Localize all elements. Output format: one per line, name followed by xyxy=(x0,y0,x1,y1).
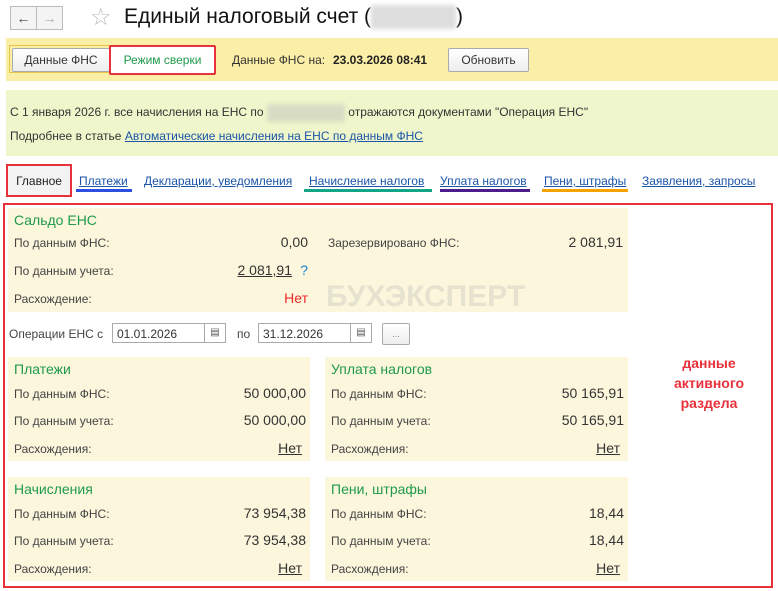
fns-value: 50 165,91 xyxy=(561,385,624,401)
tab-tax-payments[interactable]: Уплата налогов xyxy=(440,174,527,188)
label: По данным учета: xyxy=(14,264,114,278)
label: По данным учета: xyxy=(331,414,431,428)
info-line-2: Подробнее в статье Автоматические начисл… xyxy=(10,129,423,143)
label: Расхождения: xyxy=(331,562,409,576)
saldo-panel: Сальдо ЕНС По данным ФНС: 0,00 Зарезерви… xyxy=(8,208,628,313)
acc-value: 73 954,38 xyxy=(243,532,306,548)
saldo-diff-value: Нет xyxy=(284,290,308,306)
diff-link[interactable]: Нет xyxy=(596,440,620,456)
label: по xyxy=(237,327,251,341)
fns-value: 73 954,38 xyxy=(243,505,306,521)
fns-data-button[interactable]: Данные ФНС xyxy=(12,48,110,72)
label: Расхождения: xyxy=(331,442,409,456)
penalties-panel: Пени, штрафы По данным ФНС: 18,44 По дан… xyxy=(325,477,628,581)
diff-link[interactable]: Нет xyxy=(278,440,302,456)
period-label: Операции ЕНС с xyxy=(9,327,104,341)
star-icon[interactable]: ☆ xyxy=(90,3,112,32)
acc-value: 50 165,91 xyxy=(561,412,624,428)
label: По данным ФНС: xyxy=(14,387,110,401)
diff-link[interactable]: Нет xyxy=(596,560,620,576)
fns-value: 18,44 xyxy=(588,505,624,521)
panel-title: Уплата налогов xyxy=(331,361,433,377)
arrow-right-icon: → xyxy=(42,10,57,26)
back-button[interactable]: ← xyxy=(10,6,37,30)
tab-requests[interactable]: Заявления, запросы xyxy=(642,174,755,188)
label: По данным ФНС: xyxy=(331,387,427,401)
saldo-acc-link[interactable]: 2 081,91 xyxy=(238,262,293,278)
label: Зарезервировано ФНС: xyxy=(328,236,460,250)
panel-title: Пени, штрафы xyxy=(331,481,427,497)
label: По данным учета: xyxy=(14,414,114,428)
panel-title: Начисления xyxy=(14,481,93,497)
tab-tax-accruals[interactable]: Начисление налогов xyxy=(309,174,424,188)
tab-main[interactable]: Главное xyxy=(6,164,72,197)
reserved-value: 2 081,91 xyxy=(568,234,624,250)
date-to-field[interactable]: 31.12.2026 ▤ xyxy=(258,323,372,343)
label: По данным учета: xyxy=(331,534,431,548)
forward-button[interactable]: → xyxy=(36,6,63,30)
article-link[interactable]: Автоматические начисления на ЕНС по данн… xyxy=(125,129,423,143)
annotation: данные активного раздела xyxy=(673,355,745,411)
watermark: БУХЭКСПЕРТ xyxy=(326,280,526,313)
payments-panel: Платежи По данным ФНС: 50 000,00 По данн… xyxy=(8,357,310,461)
calendar-icon[interactable]: ▤ xyxy=(350,324,371,342)
tab-payments[interactable]: Платежи xyxy=(79,174,128,188)
saldo-fns-value: 0,00 xyxy=(280,234,308,250)
label: Расхождение: xyxy=(14,292,92,306)
page-title: Единый налоговый счет () xyxy=(124,5,464,30)
label: По данным ФНС: xyxy=(14,507,110,521)
calendar-icon[interactable]: ▤ xyxy=(204,324,225,342)
period-select-button[interactable]: ... xyxy=(382,323,410,345)
fns-date-value: 23.03.2026 08:41 xyxy=(333,53,428,67)
refresh-button[interactable]: Обновить xyxy=(448,48,529,72)
accruals-panel: Начисления По данным ФНС: 73 954,38 По д… xyxy=(8,477,310,581)
label: По данным учета: xyxy=(14,534,114,548)
arrow-left-icon: ← xyxy=(16,10,31,26)
saldo-title: Сальдо ЕНС xyxy=(14,212,97,228)
reconcile-mode-button[interactable]: Режим сверки xyxy=(109,45,216,75)
info-line-1: С 1 января 2026 г. все начисления на ЕНС… xyxy=(10,104,588,122)
label: По данным ФНС: xyxy=(331,507,427,521)
help-icon[interactable]: ? xyxy=(300,262,308,278)
tab-declarations[interactable]: Декларации, уведомления xyxy=(144,174,292,188)
tax-payments-panel: Уплата налогов По данным ФНС: 50 165,91 … xyxy=(325,357,628,461)
info-band xyxy=(6,90,778,156)
tab-penalties[interactable]: Пени, штрафы xyxy=(544,174,626,188)
fns-value: 50 000,00 xyxy=(243,385,306,401)
label: Расхождения: xyxy=(14,562,92,576)
acc-value: 50 000,00 xyxy=(243,412,306,428)
acc-value: 18,44 xyxy=(588,532,624,548)
label: Расхождения: xyxy=(14,442,92,456)
label: По данным ФНС: xyxy=(14,236,110,250)
panel-title: Платежи xyxy=(14,361,71,377)
diff-link[interactable]: Нет xyxy=(278,560,302,576)
date-from-field[interactable]: 01.01.2026 ▤ xyxy=(112,323,226,343)
fns-date-label: Данные ФНС на: xyxy=(232,53,326,67)
